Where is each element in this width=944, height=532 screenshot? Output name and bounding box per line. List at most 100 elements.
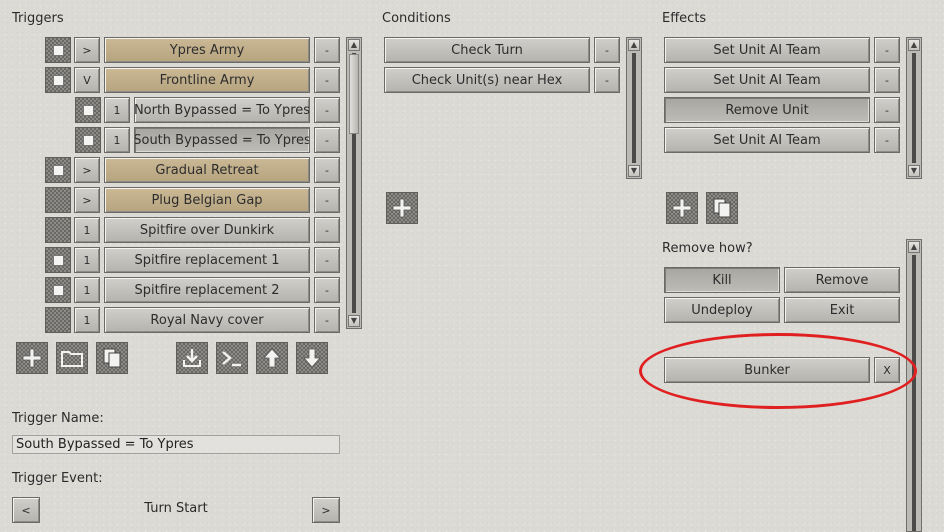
add-folder-button[interactable] xyxy=(56,342,88,374)
trigger-remove-button[interactable]: - xyxy=(314,247,340,273)
trigger-remove-button[interactable]: - xyxy=(314,157,340,183)
red-highlight-ellipse xyxy=(639,333,917,409)
effect-remove-button[interactable]: - xyxy=(874,97,900,123)
plus-icon xyxy=(22,348,42,368)
trigger-remove-button[interactable]: - xyxy=(314,277,340,303)
scroll-down-icon[interactable]: ▼ xyxy=(908,165,920,177)
effect-item-selected[interactable]: Remove Unit xyxy=(664,97,870,123)
condition-remove-button[interactable]: - xyxy=(594,37,620,63)
event-next-button[interactable]: > xyxy=(312,497,340,523)
trigger-count: 1 xyxy=(74,307,100,333)
trigger-remove-button[interactable]: - xyxy=(314,97,340,123)
trigger-remove-button[interactable]: - xyxy=(314,67,340,93)
scroll-down-icon[interactable]: ▼ xyxy=(628,165,640,177)
trigger-item[interactable]: Plug Belgian Gap xyxy=(104,187,310,213)
trigger-remove-button[interactable]: - xyxy=(314,127,340,153)
arrow-down-icon xyxy=(303,348,321,368)
trigger-remove-button[interactable]: - xyxy=(314,217,340,243)
trigger-event-label: Trigger Event: xyxy=(12,471,103,486)
effect-remove-button[interactable]: - xyxy=(874,67,900,93)
terminal-icon xyxy=(222,351,241,367)
trigger-count: 1 xyxy=(104,127,130,153)
trigger-item[interactable]: North Bypassed = To Ypres xyxy=(134,97,310,123)
undeploy-option[interactable]: Undeploy xyxy=(664,297,780,323)
folder-icon xyxy=(61,351,83,367)
arrow-up-icon xyxy=(263,348,281,368)
trigger-checkbox[interactable] xyxy=(45,247,71,273)
condition-item[interactable]: Check Unit(s) near Hex xyxy=(384,67,590,93)
trigger-checkbox[interactable] xyxy=(75,97,101,123)
trigger-checkbox-empty[interactable] xyxy=(45,307,71,333)
scroll-up-icon[interactable]: ▲ xyxy=(908,39,920,51)
add-effect-button[interactable] xyxy=(666,192,698,224)
checkbox-mark xyxy=(52,254,64,266)
trigger-item[interactable]: Spitfire replacement 2 xyxy=(104,277,310,303)
kill-option[interactable]: Kill xyxy=(664,267,780,293)
effect-params-scrollbar[interactable]: ▲ xyxy=(906,239,922,532)
copy-icon xyxy=(103,348,121,368)
effects-header: Effects xyxy=(662,11,707,26)
plus-icon xyxy=(392,198,412,218)
trigger-remove-button[interactable]: - xyxy=(314,37,340,63)
trigger-item-selected[interactable]: South Bypassed = To Ypres xyxy=(134,127,310,153)
trigger-remove-button[interactable]: - xyxy=(314,187,340,213)
trigger-checkbox[interactable] xyxy=(45,67,71,93)
trigger-item[interactable]: Gradual Retreat xyxy=(104,157,310,183)
scroll-thumb[interactable] xyxy=(349,54,359,134)
download-icon xyxy=(183,349,201,367)
trigger-item[interactable]: Ypres Army xyxy=(104,37,310,63)
effect-item[interactable]: Set Unit AI Team xyxy=(664,127,870,153)
copy-icon xyxy=(713,198,731,218)
checkbox-mark xyxy=(52,164,64,176)
conditions-scrollbar[interactable]: ▲ ▼ xyxy=(626,37,642,179)
event-prev-button[interactable]: < xyxy=(12,497,40,523)
trigger-expand-button[interactable]: > xyxy=(74,187,100,213)
scroll-up-icon[interactable]: ▲ xyxy=(908,241,920,253)
trigger-event-value: Turn Start xyxy=(144,501,208,516)
trigger-item[interactable]: Royal Navy cover xyxy=(104,307,310,333)
exit-option[interactable]: Exit xyxy=(784,297,900,323)
checkbox-mark xyxy=(52,284,64,296)
script-button[interactable] xyxy=(216,342,248,374)
triggers-header: Triggers xyxy=(12,11,64,26)
checkbox-mark xyxy=(82,134,94,146)
trigger-item[interactable]: Spitfire over Dunkirk xyxy=(104,217,310,243)
effect-item[interactable]: Set Unit AI Team xyxy=(664,37,870,63)
condition-item[interactable]: Check Turn xyxy=(384,37,590,63)
trigger-checkbox-empty[interactable] xyxy=(45,187,71,213)
condition-remove-button[interactable]: - xyxy=(594,67,620,93)
copy-trigger-button[interactable] xyxy=(96,342,128,374)
remove-option[interactable]: Remove xyxy=(784,267,900,293)
add-trigger-button[interactable] xyxy=(16,342,48,374)
copy-effect-button[interactable] xyxy=(706,192,738,224)
trigger-expand-button[interactable]: > xyxy=(74,37,100,63)
checkbox-mark xyxy=(52,74,64,86)
trigger-remove-button[interactable]: - xyxy=(314,307,340,333)
trigger-item[interactable]: Spitfire replacement 1 xyxy=(104,247,310,273)
trigger-count: 1 xyxy=(74,247,100,273)
effect-item[interactable]: Set Unit AI Team xyxy=(664,67,870,93)
effect-remove-button[interactable]: - xyxy=(874,127,900,153)
trigger-item[interactable]: Frontline Army xyxy=(104,67,310,93)
move-down-button[interactable] xyxy=(296,342,328,374)
effects-scrollbar[interactable]: ▲ ▼ xyxy=(906,37,922,179)
scroll-up-icon[interactable]: ▲ xyxy=(628,39,640,51)
trigger-name-input[interactable]: South Bypassed = To Ypres xyxy=(12,435,340,454)
triggers-scrollbar[interactable]: ▲ ▼ xyxy=(346,37,362,329)
trigger-checkbox[interactable] xyxy=(45,157,71,183)
effect-remove-button[interactable]: - xyxy=(874,37,900,63)
trigger-collapse-button[interactable]: V xyxy=(74,67,100,93)
trigger-checkbox[interactable] xyxy=(75,127,101,153)
conditions-header: Conditions xyxy=(382,11,451,26)
move-up-button[interactable] xyxy=(256,342,288,374)
scroll-up-icon[interactable]: ▲ xyxy=(348,39,360,51)
checkbox-mark xyxy=(82,104,94,116)
trigger-checkbox[interactable] xyxy=(45,277,71,303)
add-condition-button[interactable] xyxy=(386,192,418,224)
trigger-checkbox-empty[interactable] xyxy=(45,217,71,243)
import-button[interactable] xyxy=(176,342,208,374)
trigger-expand-button[interactable]: > xyxy=(74,157,100,183)
trigger-checkbox[interactable] xyxy=(45,37,71,63)
scroll-track xyxy=(912,53,916,163)
scroll-down-icon[interactable]: ▼ xyxy=(348,315,360,327)
